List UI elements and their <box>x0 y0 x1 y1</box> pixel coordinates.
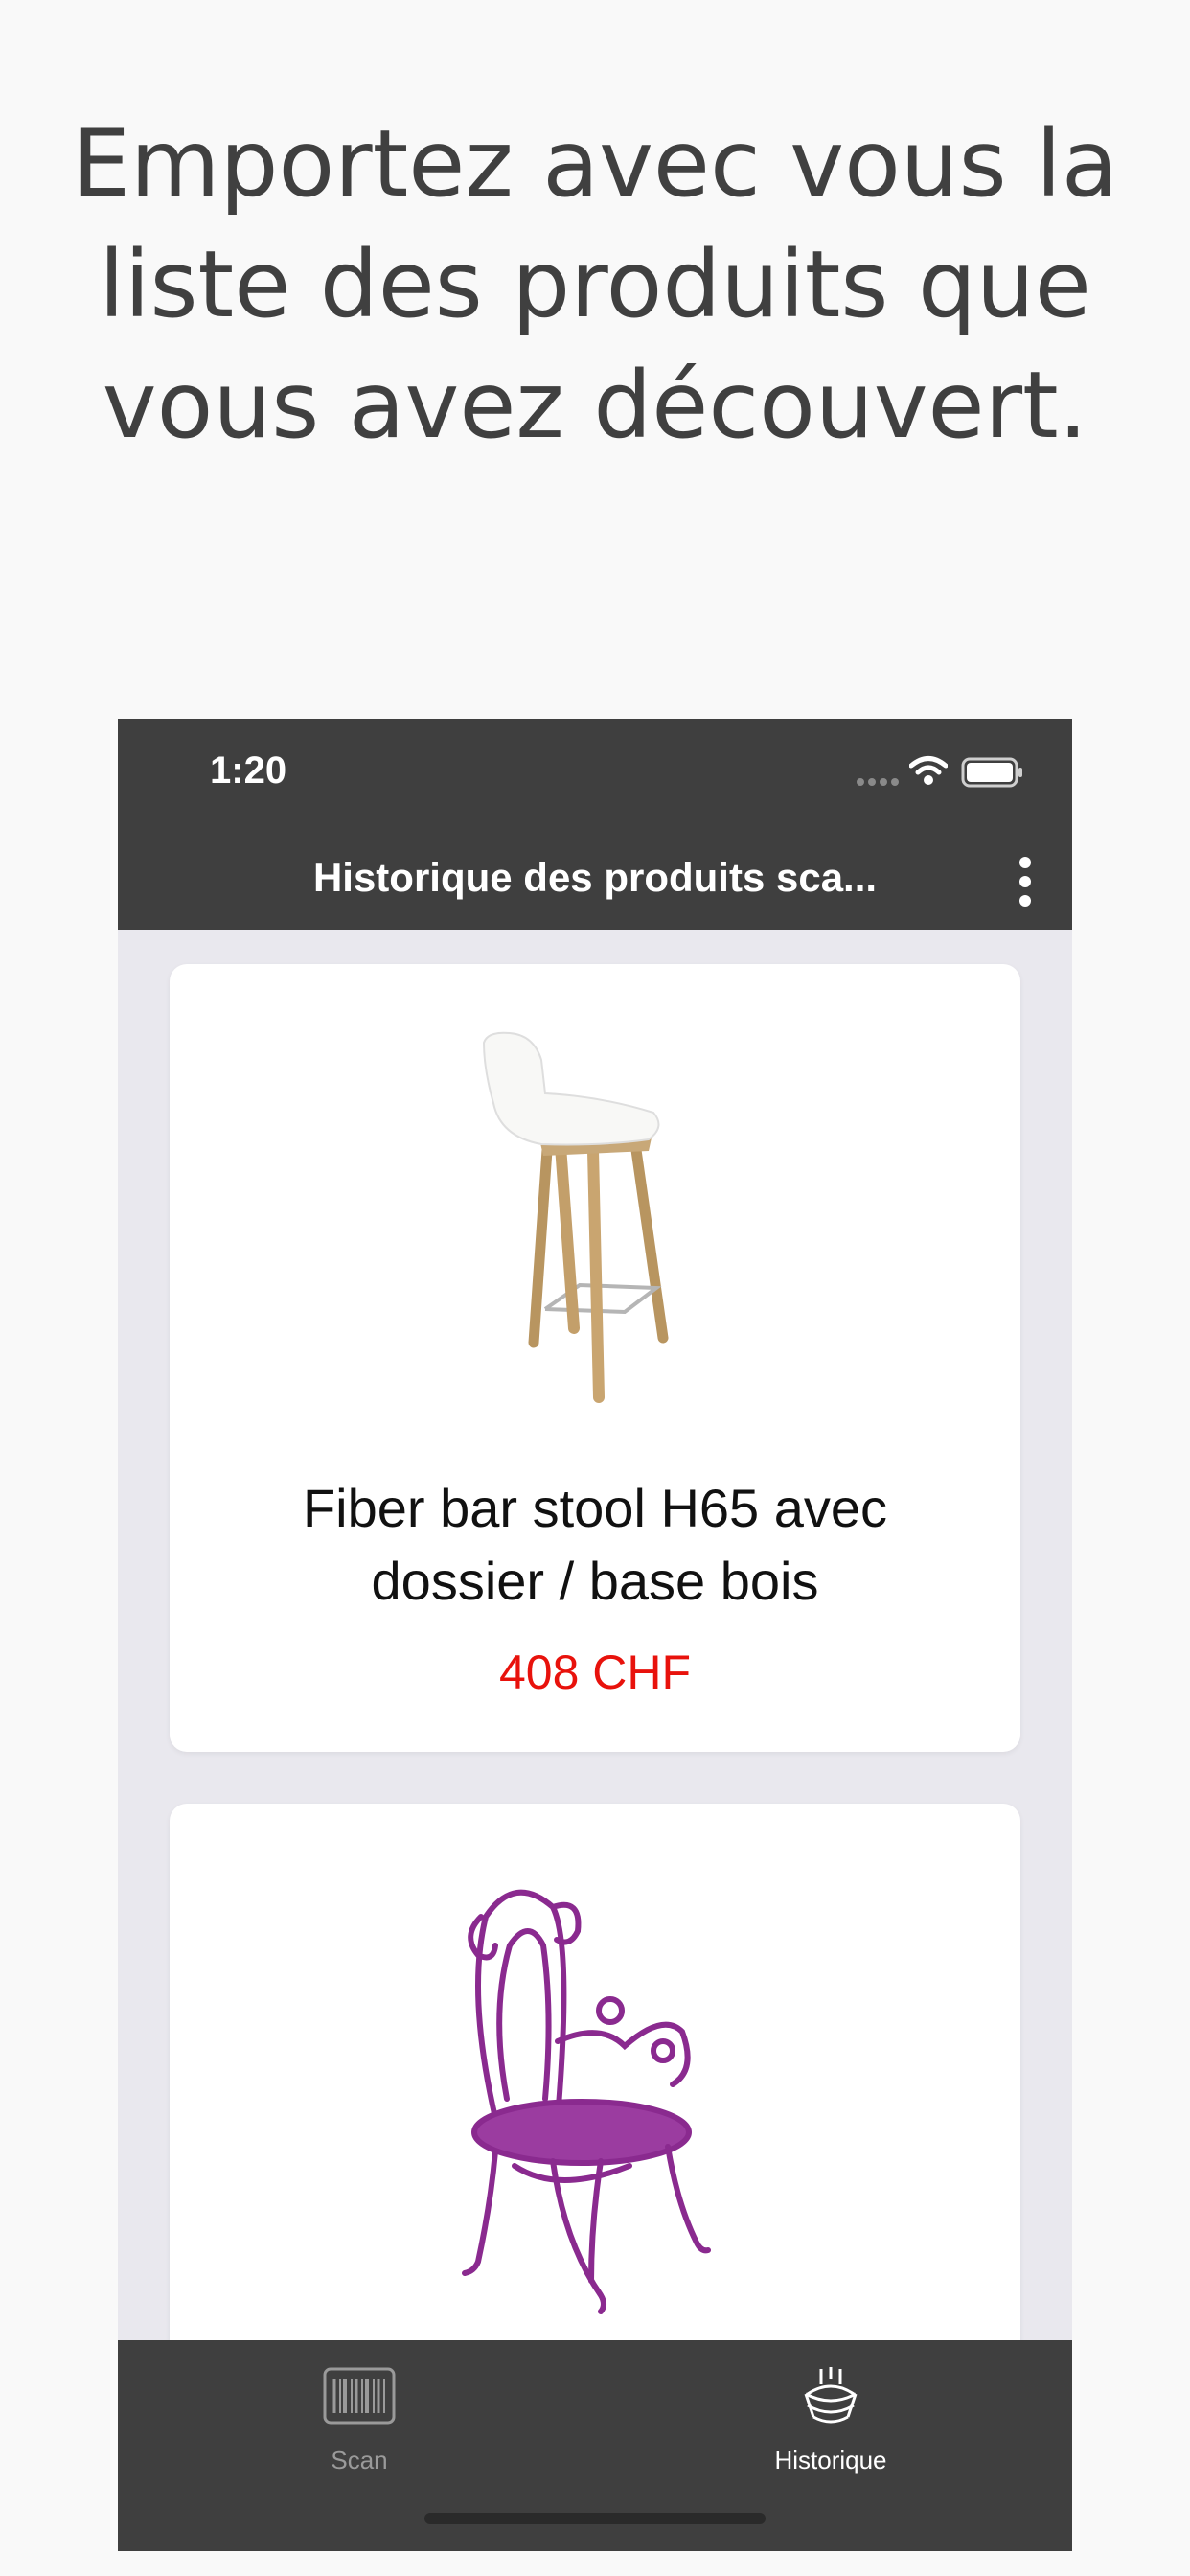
product-card[interactable]: Fiber bar stool H65 avec dossier / base … <box>170 964 1020 1752</box>
tab-historique-label: Historique <box>774 2446 887 2474</box>
barcode-icon <box>323 2367 396 2425</box>
product-title-line-2: dossier / base bois <box>371 1551 819 1611</box>
status-bar: 1:20 <box>118 719 1072 834</box>
phone-screen: 1:20 Historique des produits sca... Fibe… <box>118 719 1072 2551</box>
nav-title: Historique des produits sca... <box>312 855 878 900</box>
tab-historique[interactable]: Historique <box>687 2340 974 2484</box>
product-title: Fiber bar stool H65 avec dossier / base … <box>198 1472 992 1618</box>
tab-bar: Scan Historique <box>118 2340 1072 2551</box>
more-vertical-icon[interactable] <box>992 845 1059 918</box>
signal-icon <box>857 778 899 786</box>
lamp-icon <box>804 2367 858 2424</box>
product-price: 408 CHF <box>498 1645 692 1699</box>
purple-chair-image <box>462 1889 711 2314</box>
battery-icon <box>961 757 1022 788</box>
headline-line-2: liste des produits que <box>99 231 1091 338</box>
product-list[interactable]: Fiber bar stool H65 avec dossier / base … <box>118 930 1072 2340</box>
home-indicator[interactable] <box>424 2513 766 2524</box>
product-title-line-1: Fiber bar stool H65 avec <box>302 1478 888 1538</box>
headline-line-3: vous avez découvert. <box>102 352 1088 459</box>
headline: Emportez avec vous la liste des produits… <box>57 104 1133 466</box>
nav-bar: Historique des produits sca... <box>118 834 1072 930</box>
product-card[interactable] <box>170 1804 1020 2340</box>
tab-scan-label: Scan <box>331 2446 388 2474</box>
wifi-icon <box>909 756 948 785</box>
status-time: 1:20 <box>210 749 287 792</box>
bar-stool-image <box>482 1031 669 1403</box>
tab-scan[interactable]: Scan <box>216 2340 503 2484</box>
headline-line-1: Emportez avec vous la <box>72 110 1118 218</box>
